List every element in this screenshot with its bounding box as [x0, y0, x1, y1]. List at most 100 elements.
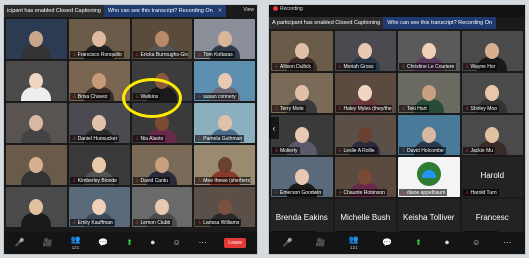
muted-mic-icon: ⏚ [134, 178, 140, 184]
participant-head [421, 85, 436, 101]
participant-display-name: Brenda Eakins [275, 213, 328, 222]
participant-tile-allison-dullick[interactable]: ⏚Allison Dullick [271, 31, 333, 71]
participant-head [294, 169, 309, 185]
participant-tile-molierty[interactable]: ⏚Molierty [271, 115, 333, 155]
participant-tile-wayne-hor[interactable]: ⏚Wayne Hor [461, 31, 523, 71]
participant-tile-david-holcombe[interactable]: ⏚David Holcombe [398, 115, 460, 155]
participant-name: David Cantu [140, 178, 169, 184]
transcript-visibility-banner[interactable]: Who can see this transcript? Recording O… [383, 17, 497, 29]
participant-head [294, 85, 309, 101]
participant-tile-kimberley-blonde[interactable]: ⏚Kimberley Blonde [68, 145, 130, 185]
record-button[interactable]: ⏺ [151, 238, 155, 248]
participant-tile-lemon-clubb[interactable]: ⏚Lemon Clubb [131, 187, 193, 227]
participant-tile-christine-le-couriere[interactable]: ⏚Christine Le Couriere [398, 31, 460, 71]
share-screen-button[interactable]: ⬆ [415, 237, 422, 248]
muted-mic-icon: ⏚ [71, 136, 77, 142]
participants-button[interactable]: 👥 121 [349, 236, 359, 251]
leave-button[interactable]: Leave [224, 238, 247, 248]
view-button[interactable]: View [243, 7, 254, 13]
participant-tile-diane-appelbaum[interactable]: ⏚diane appelbaum [398, 157, 460, 197]
participant-name-label: ⏚Nia Alaoto [132, 135, 166, 142]
muted-mic-icon: ⏚ [401, 64, 407, 70]
page-prev-icon[interactable]: ‹ [269, 117, 279, 139]
participant-tile-jackie-mu[interactable]: ⏚Jackie Mu [461, 115, 523, 155]
more-button[interactable]: ⋯ [199, 238, 207, 248]
participant-tile-unnamed-16[interactable] [6, 187, 67, 227]
share-icon: ⬆ [415, 237, 422, 247]
muted-mic-icon: ⏚ [274, 148, 280, 154]
participant-name-label: ⏚diane appelbaum [399, 189, 448, 196]
more-button[interactable]: ⋯ [503, 237, 512, 248]
participant-head [217, 31, 232, 47]
transcript-question: Who can see this transcript? Recording O… [387, 20, 493, 26]
microphone-icon: 🎤 [282, 237, 293, 247]
participant-name: Kimberley Blonde [77, 178, 117, 184]
participant-tile-emerson-goodwin[interactable]: ⏚Emerson Goodwin [271, 157, 333, 197]
participant-tile-unnamed-8[interactable] [6, 103, 67, 143]
participant-tile-chaunte-robinson[interactable]: ⏚Chaunte Robinson [334, 157, 396, 197]
participant-tile-susan-connery[interactable]: ⏚susan connery [194, 61, 255, 101]
participant-tile-unnamed-0[interactable] [6, 19, 67, 59]
participant-tile-mee-ihewe-she-hers[interactable]: ⏚Mee Ihewe (she/hers) [194, 145, 255, 185]
mute-button[interactable]: 🎤 [15, 238, 25, 248]
reaction-icon: ☺ [172, 237, 181, 247]
participant-display-name: Francesc [475, 213, 509, 222]
participant-tile-haley-myles-they-them[interactable]: ⏚Haley Myles (they/them) [334, 73, 396, 113]
reactions-button[interactable]: ☺ [172, 237, 181, 248]
participant-name: Jackie Mu [470, 148, 494, 154]
participants-button[interactable]: 👥 121 [71, 236, 81, 251]
participant-tile-moriah-gross[interactable]: ⏚Moriah Gross [334, 31, 396, 71]
transcript-visibility-banner[interactable]: Who can see this transcript? Recording O… [103, 5, 227, 17]
muted-mic-icon: ⏚ [337, 64, 343, 70]
participant-name: Wayne Hor [470, 64, 496, 70]
participant-tile-unnamed-12[interactable] [6, 145, 67, 185]
chat-icon: 💬 [381, 237, 392, 247]
participant-tile-brisa-chavez[interactable]: ⏚Brisa Chavez [68, 61, 130, 101]
participant-display-name: Keisha Tolliver [403, 213, 455, 222]
participant-tile-daniel-hunsucker[interactable]: ⏚Daniel Hunsucker [68, 103, 130, 143]
muted-mic-icon: ⏚ [197, 178, 203, 184]
mute-button[interactable]: 🎤 [282, 237, 293, 248]
participant-tile-david-cantu[interactable]: ⏚David Cantu [131, 145, 193, 185]
participant-tile-harold-turn[interactable]: Harold ⏚Harold Turn [461, 157, 523, 197]
reactions-button[interactable]: ☺ [472, 238, 480, 248]
participant-tile-terry-mote[interactable]: ⏚Terry Mote [271, 73, 333, 113]
muted-mic-icon: ⏚ [464, 190, 470, 196]
participant-name-label: ⏚Lemon Clubb [132, 219, 173, 226]
participant-tile-unnamed-4[interactable] [6, 61, 67, 101]
video-button[interactable]: 🎥 [43, 238, 53, 248]
chat-button[interactable]: 💬 [381, 237, 392, 248]
participant-tile-francisco-ronquillo[interactable]: ⏚Francisco Ronquillo [68, 19, 130, 59]
record-button[interactable]: ⏺ [445, 238, 449, 248]
participant-name: susan connery [203, 94, 236, 100]
participant-name: Larissa Williams [203, 220, 240, 226]
close-icon[interactable]: ✕ [218, 8, 223, 14]
participant-tile-leslie-a-rollie[interactable]: ⏚Leslie A Rollie [334, 115, 396, 155]
participant-tile-pamela-guthman[interactable]: ⏚Pamela Guthman [194, 103, 255, 143]
participant-tile-larissa-williams[interactable]: ⏚Larissa Williams [194, 187, 255, 227]
participant-name-label: ⏚Chaunte Robinson [335, 189, 387, 196]
muted-mic-icon: ⏚ [464, 148, 470, 154]
caption-banner: icipant has enabled Closed Captioning Wh… [4, 5, 257, 17]
participant-name-label: ⏚Tom Kottaras [195, 51, 235, 58]
video-button[interactable]: 🎥 [315, 237, 326, 248]
participant-tile-ericka-burroughs-girard[interactable]: ⏚Ericka Burroughs-Girard [131, 19, 193, 59]
more-icon: ⋯ [503, 237, 512, 247]
participant-tile-tom-kottaras[interactable]: ⏚Tom Kottaras [194, 19, 255, 59]
participant-name: Emerson Goodwin [280, 190, 322, 196]
chat-button[interactable]: 💬 [98, 238, 108, 248]
participant-display-name: Harold [480, 171, 505, 180]
participant-name: David Holcombe [407, 148, 444, 154]
participant-name: Tom Kottaras [203, 52, 233, 58]
muted-mic-icon: ⏚ [274, 106, 280, 112]
participant-tile-shirley-moo[interactable]: ⏚Shirley Moo [461, 73, 523, 113]
participant-name-label: ⏚Molierty [272, 147, 300, 154]
participant-tile-emily-kauffman[interactable]: ⏚Emily Kauffman [68, 187, 130, 227]
camera-icon: 🎥 [315, 237, 326, 247]
participant-name: Shirley Moo [470, 106, 497, 112]
share-icon: ⬆ [126, 237, 133, 247]
share-screen-button[interactable]: ⬆ [126, 237, 133, 248]
participant-tile-teki-hart[interactable]: ⏚Teki Hart [398, 73, 460, 113]
participant-name: Pamela Guthman [203, 136, 243, 142]
participant-name-label: ⏚Francisco Ronquillo [69, 51, 124, 58]
